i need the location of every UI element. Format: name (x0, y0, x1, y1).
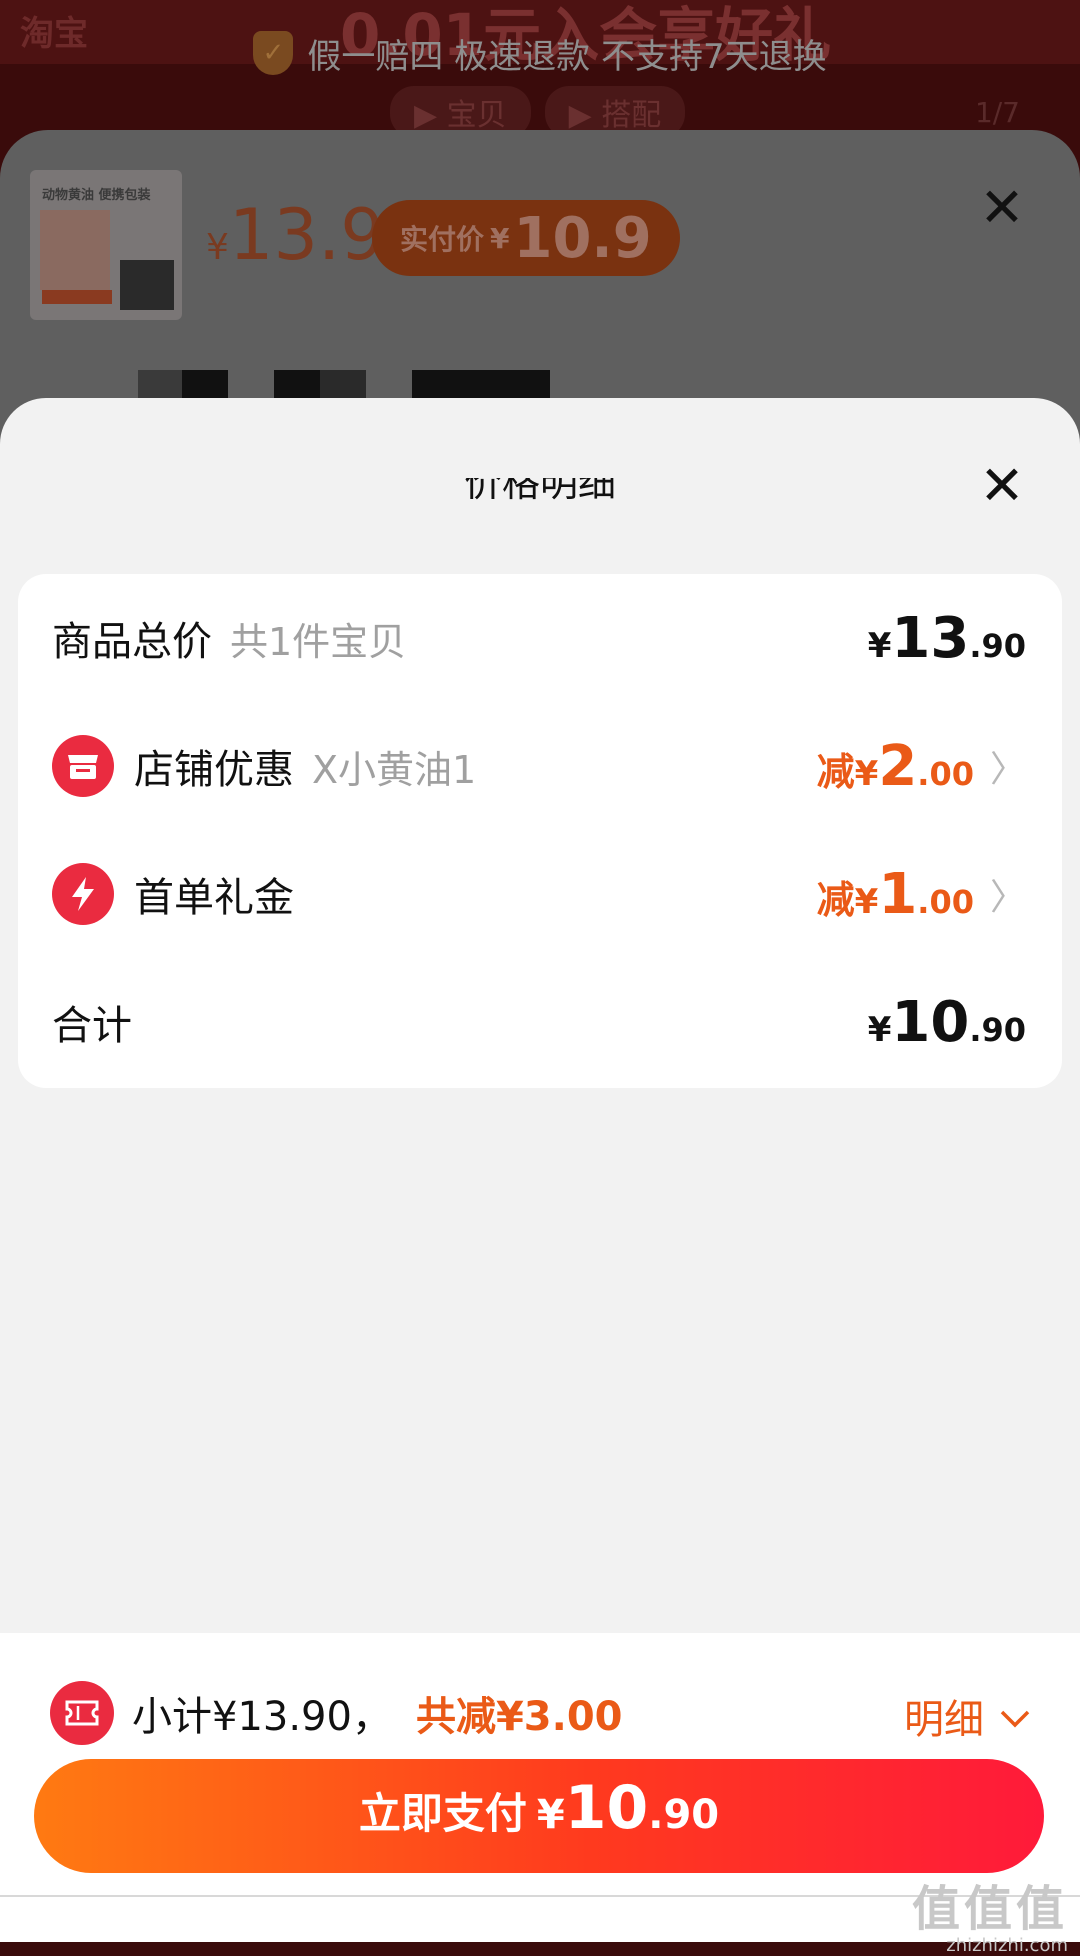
row-total-price: 商品总价 共1件宝贝 ¥13.90 (18, 574, 1062, 702)
sku-price: ¥13.9 (206, 194, 385, 276)
detail-label: 明细 (904, 1697, 984, 1743)
discount-text: 共减¥3.00 (415, 1694, 623, 1740)
store-icon (52, 735, 114, 797)
row-store-discount[interactable]: 店铺优惠 X小黄油1 减 ¥2.00 〉 (18, 702, 1062, 830)
watermark: 值值值 zhizhizhi.com (911, 1881, 1068, 1956)
sheet-title: 价格明细 (463, 478, 616, 505)
row-label: 合计 (52, 1003, 132, 1049)
close-icon[interactable]: ✕ (976, 181, 1028, 235)
guarantee-text: 假一赔四 极速退款 不支持7天退换 (307, 36, 827, 77)
guarantee-bar: ✓ 假一赔四 极速退款 不支持7天退换 (0, 28, 1080, 78)
close-icon[interactable]: ✕ (976, 459, 1028, 513)
row-grand-total: 合计 ¥10.90 (18, 958, 1062, 1086)
pay-now-button[interactable]: 立即支付 ¥10.90 (34, 1759, 1044, 1873)
chevron-right-icon: 〉 (989, 749, 1026, 790)
row-amount: 减 ¥1.00 〉 (816, 861, 1026, 927)
price-detail-card: 商品总价 共1件宝贝 ¥13.90 店铺优惠 X小黄油1 减 ¥2.00 〉 首… (18, 574, 1062, 1088)
chevron-right-icon: 〉 (989, 877, 1026, 918)
image-counter: 1/7 (974, 96, 1020, 129)
real-price-badge: 实付价 ¥ 10.9 (372, 200, 680, 276)
shield-icon: ✓ (253, 31, 294, 75)
lightning-icon (52, 863, 114, 925)
row-label: 店铺优惠 (134, 747, 294, 793)
row-amount: 减 ¥2.00 〉 (816, 733, 1026, 799)
row-amount: ¥13.90 (867, 605, 1026, 671)
subtotal-text: 小计¥13.90， (132, 1694, 392, 1740)
price-summary: 小计¥13.90， 共减¥3.00 (50, 1681, 623, 1745)
pay-label: 立即支付 (358, 1789, 527, 1838)
detail-toggle[interactable]: 明细 (904, 1687, 1030, 1745)
product-thumbnail: 动物黄油 便携包装 (30, 170, 182, 320)
chevron-down-icon (1000, 1696, 1030, 1737)
thumbnail-text: 动物黄油 便携包装 (42, 188, 151, 203)
checkout-bar: 小计¥13.90， 共减¥3.00 明细 立即支付 ¥10.90 值值值 zhi… (0, 1633, 1080, 1956)
row-label: 商品总价 (52, 619, 212, 665)
row-sub: X小黄油1 (312, 747, 477, 792)
row-label: 首单礼金 (134, 875, 294, 921)
row-first-order-gift[interactable]: 首单礼金 减 ¥1.00 〉 (18, 830, 1062, 958)
row-amount: ¥10.90 (867, 989, 1026, 1055)
ticket-icon (50, 1681, 114, 1745)
row-sub: 共1件宝贝 (230, 619, 407, 664)
